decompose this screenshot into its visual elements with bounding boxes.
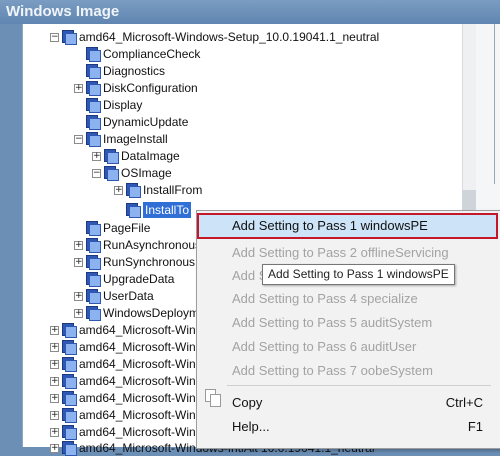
- tree-item[interactable]: − ImageInstall: [74, 131, 168, 147]
- expand-icon[interactable]: +: [92, 151, 101, 161]
- component-icon: [62, 391, 77, 406]
- tree-item-label: Display: [103, 98, 143, 112]
- menu-item-add-pass-7[interactable]: Add Setting to Pass 7 oobeSystem: [197, 360, 499, 382]
- pane-divider: [494, 24, 495, 184]
- tree-item[interactable]: + RunSynchronous: [74, 254, 195, 270]
- component-icon: [86, 238, 101, 253]
- collapse-icon[interactable]: −: [74, 134, 83, 144]
- component-icon: [86, 64, 101, 79]
- tree-item-label: Diagnostics: [103, 64, 166, 78]
- component-icon: [62, 323, 77, 338]
- tree-item[interactable]: + InstallFrom: [114, 182, 202, 198]
- tree-item[interactable]: − OSImage: [92, 165, 172, 181]
- expand-icon[interactable]: +: [114, 185, 123, 195]
- tree-item-label: InstallTo: [143, 202, 192, 218]
- tree-item[interactable]: PageFile: [74, 220, 150, 236]
- tree-item[interactable]: + RunAsynchronous: [74, 237, 201, 253]
- expand-icon[interactable]: +: [74, 240, 83, 250]
- menu-item-add-pass-1[interactable]: Add Setting to Pass 1 windowsPE: [197, 215, 499, 237]
- tree-item[interactable]: + DataImage: [92, 148, 180, 164]
- shortcut-help: F1: [467, 419, 483, 434]
- tree-item[interactable]: + UserData: [74, 288, 154, 304]
- component-icon: [126, 183, 141, 198]
- tree-item-label: DynamicUpdate: [103, 115, 189, 129]
- component-icon: [126, 203, 141, 218]
- tree-item-label: OSImage: [121, 166, 172, 180]
- component-icon: [62, 425, 77, 440]
- expand-icon[interactable]: +: [74, 83, 83, 93]
- component-icon: [104, 166, 119, 181]
- component-icon: [62, 374, 77, 389]
- expand-icon[interactable]: +: [74, 257, 83, 267]
- tree-item[interactable]: − amd64_Microsoft-Windows-Setup_10.0.1904…: [50, 29, 379, 45]
- tree-item-label: ImageInstall: [103, 132, 168, 146]
- expand-icon[interactable]: +: [50, 359, 59, 369]
- expand-icon[interactable]: +: [50, 410, 59, 420]
- tree-item[interactable]: Diagnostics: [74, 63, 165, 79]
- expand-icon[interactable]: +: [50, 325, 59, 335]
- tree-item-label: ComplianceCheck: [103, 47, 201, 61]
- component-icon: [86, 81, 101, 96]
- tree-item-label: DiskConfiguration: [103, 81, 198, 95]
- component-icon: [86, 47, 101, 62]
- component-icon: [86, 98, 101, 113]
- menu-item-add-pass-4[interactable]: Add Setting to Pass 4 specialize: [197, 288, 499, 310]
- expand-icon[interactable]: +: [50, 427, 59, 437]
- collapse-icon[interactable]: −: [92, 168, 101, 178]
- tree-item[interactable]: + DiskConfiguration: [74, 80, 198, 96]
- tree-item-label: InstallFrom: [143, 183, 203, 197]
- component-icon: [104, 149, 119, 164]
- tooltip: Add Setting to Pass 1 windowsPE: [262, 264, 455, 285]
- shortcut-copy: Ctrl+C: [445, 395, 483, 410]
- tree-item[interactable]: DynamicUpdate: [74, 114, 188, 130]
- menu-separator: [227, 385, 491, 386]
- collapse-icon[interactable]: −: [50, 32, 59, 42]
- component-icon: [86, 221, 101, 236]
- menu-item-copy[interactable]: Copy Ctrl+C: [197, 392, 499, 414]
- tree-item-label: DataImage: [121, 149, 180, 163]
- tree-item[interactable]: UpgradeData: [74, 271, 174, 287]
- component-icon: [86, 272, 101, 287]
- tree-item-label: PageFile: [103, 221, 151, 235]
- component-icon: [62, 30, 77, 45]
- tree-item-label: RunAsynchronous: [103, 238, 202, 252]
- component-icon: [86, 289, 101, 304]
- tree-item-selected[interactable]: InstallTo: [126, 202, 192, 218]
- component-icon: [86, 115, 101, 130]
- component-icon: [62, 340, 77, 355]
- menu-item-add-pass-2[interactable]: Add Setting to Pass 2 offlineServicing: [197, 242, 499, 264]
- component-icon: [62, 357, 77, 372]
- menu-item-add-pass-6[interactable]: Add Setting to Pass 6 auditUser: [197, 336, 499, 358]
- expand-icon[interactable]: +: [74, 291, 83, 301]
- tree-item[interactable]: ComplianceCheck: [74, 46, 200, 62]
- expand-icon[interactable]: +: [50, 393, 59, 403]
- tree-item[interactable]: Display: [74, 97, 142, 113]
- tree-item-label: amd64_Microsoft-Windows-Setup_10.0.19041…: [79, 30, 380, 44]
- tree-item-label: UpgradeData: [103, 272, 175, 286]
- menu-item-help[interactable]: Help... F1: [197, 416, 499, 438]
- tree-item-label: RunSynchronous: [103, 255, 196, 269]
- component-icon: [62, 408, 77, 423]
- component-icon: [62, 441, 77, 456]
- expand-icon[interactable]: +: [50, 342, 59, 352]
- expand-icon[interactable]: +: [74, 308, 83, 318]
- component-icon: [86, 255, 101, 270]
- menu-item-add-pass-5[interactable]: Add Setting to Pass 5 auditSystem: [197, 312, 499, 334]
- expand-icon[interactable]: +: [50, 376, 59, 386]
- context-menu: Add Setting to Pass 1 windowsPE Add Sett…: [196, 210, 500, 449]
- component-icon: [86, 306, 101, 321]
- expand-icon[interactable]: +: [50, 443, 59, 453]
- component-icon: [86, 132, 101, 147]
- pane-title: Windows Image: [0, 0, 500, 24]
- tree-item-label: UserData: [103, 289, 154, 303]
